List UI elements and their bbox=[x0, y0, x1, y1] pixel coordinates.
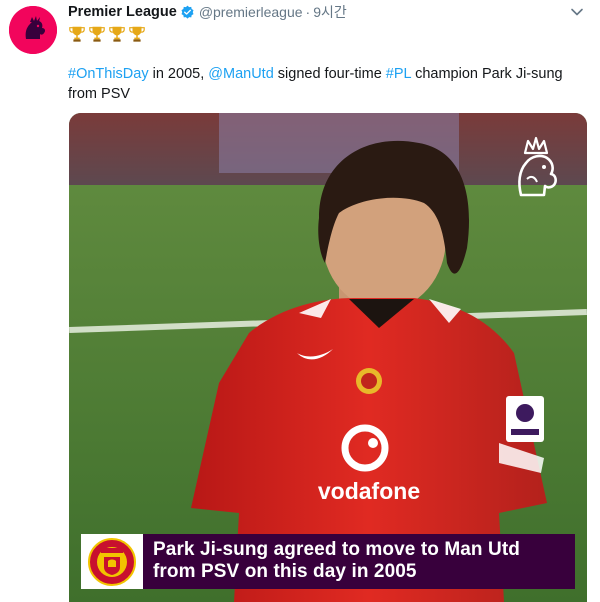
man-utd-crest bbox=[81, 534, 143, 589]
trophy-icon bbox=[88, 22, 107, 44]
tweet[interactable]: Premier League @premierleague · 9시간 #OnT… bbox=[0, 0, 600, 602]
handle[interactable]: @premierleague bbox=[199, 4, 303, 20]
separator-dot: · bbox=[305, 4, 311, 20]
timestamp[interactable]: 9시간 bbox=[313, 2, 347, 22]
tweet-text-part: signed four-time bbox=[273, 66, 386, 82]
video-frame: vodafone bbox=[69, 113, 587, 602]
shirt-sponsor-text: vodafone bbox=[318, 478, 420, 504]
premier-league-logo-icon bbox=[518, 136, 557, 197]
caption-line-1: Park Ji-sung agreed to move to Man Utd bbox=[153, 539, 520, 560]
mention-manutd[interactable]: @ManUtd bbox=[208, 66, 274, 82]
avatar[interactable] bbox=[9, 6, 57, 54]
tweet-text-part: in 2005, bbox=[148, 66, 209, 82]
caption-band: Park Ji-sung agreed to move to Man Utd f… bbox=[143, 534, 575, 589]
trophy-icon bbox=[108, 22, 127, 44]
tweet-header: Premier League @premierleague · 9시간 bbox=[68, 3, 347, 21]
man-utd-crest-icon bbox=[88, 537, 136, 586]
hashtag-pl[interactable]: #PL bbox=[386, 66, 411, 82]
premier-league-lion-icon bbox=[9, 6, 57, 54]
trophy-icon bbox=[128, 22, 147, 44]
display-name[interactable]: Premier League bbox=[68, 4, 177, 20]
hashtag-onthisday[interactable]: #OnThisDay bbox=[68, 66, 149, 82]
caption-line-2: from PSV on this day in 2005 bbox=[153, 561, 417, 582]
tweet-video[interactable]: vodafone Park Ji-sung agreed to move to … bbox=[69, 113, 587, 602]
video-caption: Park Ji-sung agreed to move to Man Utd f… bbox=[81, 534, 575, 589]
trophy-row bbox=[68, 22, 147, 44]
trophy-icon bbox=[68, 22, 87, 44]
chevron-down-icon[interactable] bbox=[570, 7, 584, 17]
verified-badge-icon bbox=[181, 5, 194, 19]
tweet-text: #OnThisDay in 2005, @ManUtd signed four-… bbox=[68, 64, 588, 104]
